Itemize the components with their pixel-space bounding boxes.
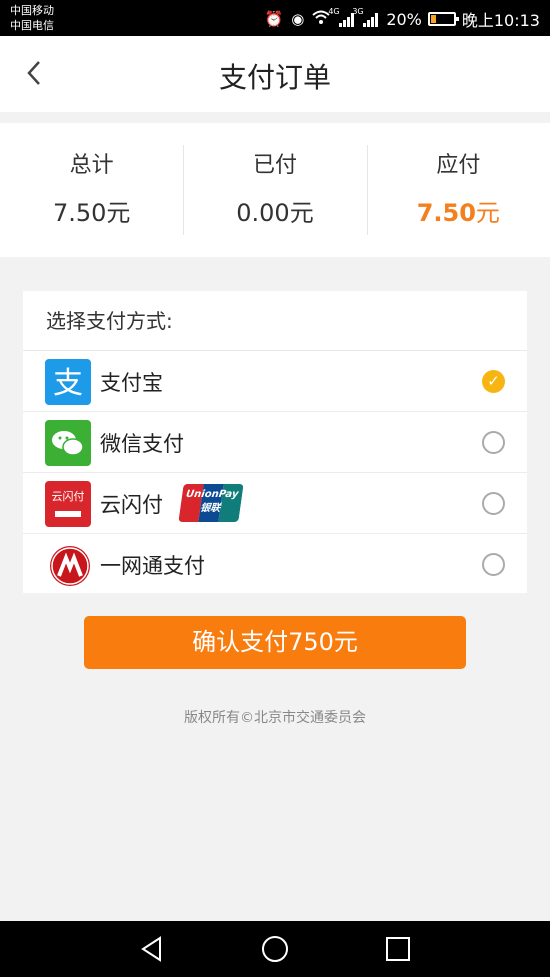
nav-recent-apps-icon[interactable] <box>384 935 412 967</box>
carrier-1: 中国移动 <box>10 4 54 17</box>
cmb-icon <box>50 546 90 586</box>
payment-option-cmb[interactable]: 一网通支付 <box>23 534 527 595</box>
signal-3g-icon: 3G <box>352 7 379 27</box>
confirm-pay-button[interactable]: 确认支付750元 <box>84 616 466 669</box>
summary-due: 应付 7.50元 <box>366 123 550 257</box>
payment-option-wechat[interactable]: 微信支付 <box>23 412 527 473</box>
yunshanfu-icon: 云闪付 <box>45 481 91 527</box>
summary-paid: 已付 0.00元 <box>183 123 366 257</box>
order-summary: 总计 7.50元 已付 0.00元 应付 7.50元 <box>0 123 550 257</box>
eye-icon: ◉ <box>291 10 305 28</box>
due-number: 7.50 <box>416 199 476 227</box>
radio-checked-icon[interactable]: ✓ <box>482 370 505 393</box>
copyright-text: 版权所有©北京市交通委员会 <box>184 710 366 726</box>
carrier-info: 中国移动 中国电信 <box>10 3 54 33</box>
payment-option-yunshanfu[interactable]: 云闪付 云闪付 UnionPay 银联 <box>23 473 527 534</box>
due-unit: 元 <box>475 199 500 227</box>
payment-heading: 选择支付方式: <box>23 291 527 351</box>
unionpay-logo: UnionPay 银联 <box>178 484 244 522</box>
paid-value: 0.00元 <box>236 199 314 227</box>
total-label: 总计 <box>69 153 114 178</box>
svg-text:支: 支 <box>53 366 83 401</box>
option-label: 支付宝 <box>100 371 163 395</box>
option-label: 微信支付 <box>100 432 184 456</box>
wechat-pay-icon <box>45 420 91 466</box>
carrier-2: 中国电信 <box>10 19 54 32</box>
due-label: 应付 <box>436 153 481 178</box>
payment-option-alipay[interactable]: 支 支付宝 ✓ <box>23 351 527 412</box>
summary-total: 总计 7.50元 <box>0 123 183 257</box>
radio-unchecked-icon[interactable] <box>482 431 505 454</box>
paid-label: 已付 <box>252 153 297 178</box>
navigation-bar <box>0 921 550 977</box>
due-value: 7.50元 <box>367 193 550 228</box>
alarm-icon: ⏰ <box>264 10 284 28</box>
page-title: 支付订单 <box>218 61 331 94</box>
battery-icon <box>427 12 459 26</box>
option-label: 一网通支付 <box>100 554 205 578</box>
battery-percent: 20% <box>386 9 422 29</box>
nav-home-icon[interactable] <box>261 935 289 967</box>
status-bar: 中国移动 中国电信 ⏰ ◉ 4G 3G 20% 晚上10:13 <box>0 0 550 36</box>
alipay-icon: 支 <box>45 359 91 405</box>
header-bar: 支付订单 <box>0 36 550 112</box>
radio-unchecked-icon[interactable] <box>482 553 505 576</box>
payment-method-panel: 选择支付方式: 支 支付宝 ✓ 微信支付 云闪付 云闪付 UnionPay 银联 … <box>23 291 527 593</box>
svg-text:云闪付: 云闪付 <box>52 489 85 503</box>
nav-back-icon[interactable] <box>138 935 166 967</box>
clock: 晚上10:13 <box>461 11 540 30</box>
option-label: 云闪付 <box>100 493 163 517</box>
total-value: 7.50元 <box>52 199 131 227</box>
radio-unchecked-icon[interactable] <box>482 492 505 515</box>
